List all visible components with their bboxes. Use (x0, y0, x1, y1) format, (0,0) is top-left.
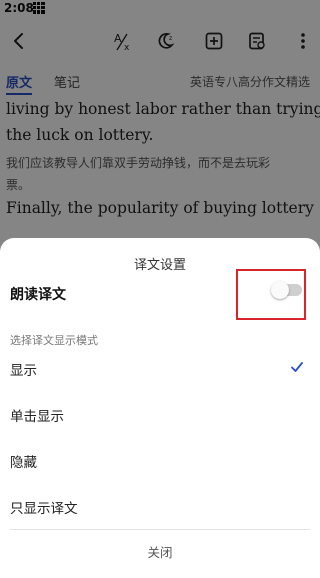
check-icon (290, 359, 304, 373)
divider (10, 529, 310, 530)
option-tap-to-show[interactable]: 单击显示 (10, 405, 64, 425)
option-hide[interactable]: 隐藏 (10, 451, 37, 471)
translation-settings-sheet: 译文设置 朗读译文 选择译文显示模式 显示 单击显示 隐藏 只显示译文 关闭 (0, 238, 320, 578)
read-translation-label: 朗读译文 (10, 287, 66, 303)
option-show[interactable]: 显示 (10, 359, 37, 379)
close-button[interactable]: 关闭 (0, 542, 320, 561)
highlight-box (236, 269, 306, 320)
option-translation-only[interactable]: 只显示译文 (10, 497, 78, 517)
display-mode-caption: 选择译文显示模式 (10, 334, 98, 347)
